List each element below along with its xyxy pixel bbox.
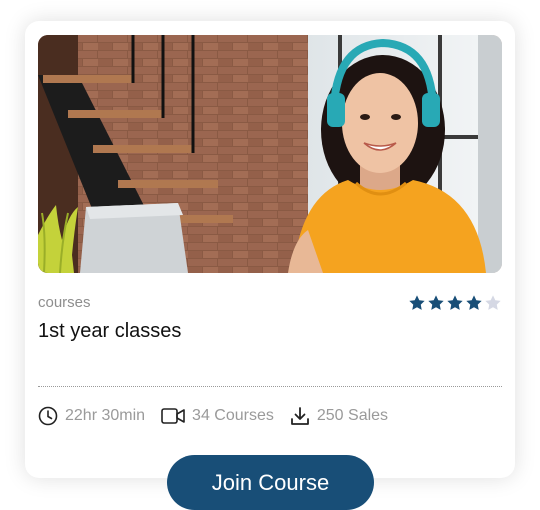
course-title[interactable]: 1st year classes [38,320,181,343]
star-rating [408,294,502,312]
join-course-button[interactable]: Join Course [167,455,374,510]
courses-text: 34 Courses [192,407,274,424]
course-meta: 22hr 30min 34 Courses 250 Sales [38,406,404,426]
clock-icon [38,406,58,426]
duration-text: 22hr 30min [65,407,146,424]
sales-item: 250 Sales [290,406,388,426]
sales-text: 250 Sales [316,407,389,424]
course-category: courses [38,294,91,311]
video-icon [161,408,185,424]
star-filled-icon [447,295,463,310]
star-filled-icon [466,295,482,310]
divider [38,386,502,387]
courses-item: 34 Courses [161,407,274,425]
star-filled-icon [428,295,444,310]
star-filled-icon [409,295,425,310]
duration-item: 22hr 30min [38,406,145,426]
star-empty-icon [485,295,501,310]
download-icon [290,407,309,425]
course-image [38,35,502,273]
